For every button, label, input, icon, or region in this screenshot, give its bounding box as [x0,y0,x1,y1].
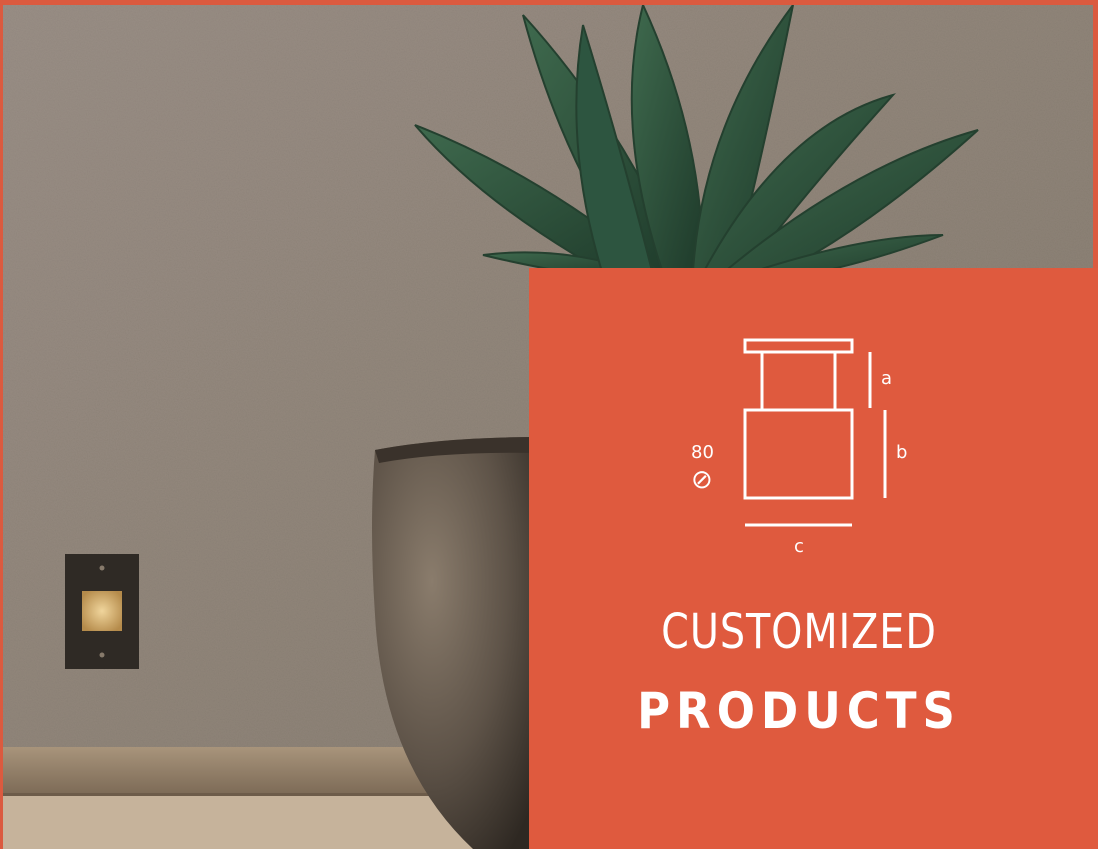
customized-products-panel: a b c 80 ⊘ CUSTOMIZED PRODUCTS [0,0,1098,849]
dimension-label-c: c [794,536,804,557]
customized-products-card: a b c 80 ⊘ CUSTOMIZED PRODUCTS [529,268,1098,849]
card-title: CUSTOMIZED PRODUCTS [529,608,1069,736]
dimension-label-a: a [881,368,892,389]
fixture-stem [760,350,837,412]
dimension-label-b: b [896,442,907,463]
title-line-customized: CUSTOMIZED [661,604,937,660]
title-line-products: PRODUCTS [637,682,961,740]
recessed-wall-light [65,554,139,669]
diameter-symbol-icon: ⊘ [691,465,713,495]
fixture-cap [743,338,854,354]
diameter-value: 80 [691,442,714,463]
fixture-body [743,408,854,500]
dimension-diagram: a b c 80 ⊘ [691,338,907,557]
